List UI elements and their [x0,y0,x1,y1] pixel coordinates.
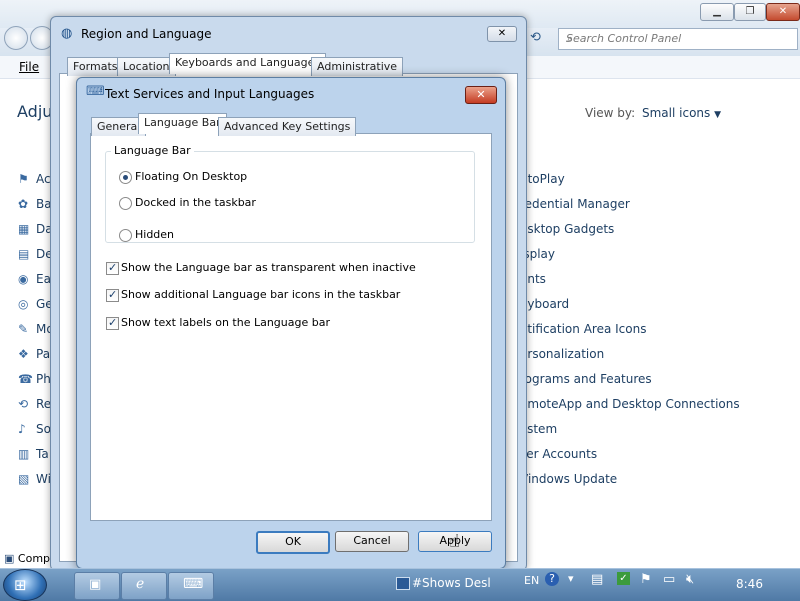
control-panel-item-left[interactable]: Ta [36,447,49,461]
control-panel-item-left[interactable]: So [36,422,51,436]
network-icon[interactable]: ▭ [663,572,675,587]
control-panel-item-right[interactable]: esktop Gadgets [520,222,614,236]
ie-icon: ℯ [136,576,145,592]
action-center-flag-icon[interactable]: ⚑ [640,572,652,587]
control-panel-item-icon: ✿ [18,197,29,211]
group-label: Language Bar [111,144,194,157]
minimize-button[interactable]: ▁ [700,3,734,21]
tab-advanced-key-settings[interactable]: Advanced Key Settings [218,117,357,136]
control-panel-item-icon: ⚑ [18,172,29,186]
ok-button[interactable]: OK [256,531,330,554]
close-icon: ✕ [476,88,486,101]
checkbox-label: Show the Language bar as transparent whe… [121,261,416,274]
control-panel-item-left[interactable]: Ph [36,372,51,386]
control-panel-icon: ⌨ [183,576,204,592]
window-icon: ▣ [89,577,102,592]
region-dialog-close-button[interactable]: ✕ [487,26,517,42]
chevron-down-icon: ▼ [714,110,722,120]
close-button[interactable]: ✕ [766,3,800,21]
control-panel-item-icon: ◉ [18,272,29,286]
tab-language-bar[interactable]: Language Bar [138,113,227,134]
radio-floating-on-desktop[interactable] [119,171,132,184]
menu-file[interactable]: File [19,60,39,74]
volume-muted-icon[interactable]: 🔇︎ [686,572,694,587]
search-icon[interactable]: ⌕ [566,32,793,46]
help-icon[interactable]: ? [545,572,559,586]
tsf-close-button[interactable]: ✕ [465,86,497,104]
control-panel-item-icon: ♪ [18,422,26,436]
maximize-button[interactable]: ❐ [734,3,766,21]
mouse-cursor-icon: ☝ [449,531,460,552]
tsf-dialog-title: Text Services and Input Languages [105,87,315,101]
checkbox[interactable] [106,288,119,302]
tab-formats[interactable]: Formats [67,57,124,76]
view-by-value: Small icons [642,106,711,120]
control-panel-item-left[interactable]: Pa [36,347,50,361]
back-button[interactable] [4,26,28,50]
control-panel-item-icon: ▦ [18,222,30,236]
control-panel-item-right[interactable]: Vindows Update [520,472,617,486]
control-panel-item-icon: ▧ [18,472,30,486]
checkbox-label: Show additional Language bar icons in th… [121,288,401,301]
checkbox[interactable] [106,316,119,330]
checkbox[interactable] [106,261,119,275]
control-panel-item-left[interactable]: Wi [36,472,51,486]
tab-administrative[interactable]: Administrative [311,57,404,76]
control-panel-item-left[interactable]: Re [36,397,51,411]
control-panel-item-right[interactable]: eyboard [520,297,569,311]
tab-keyboards-and-languages[interactable]: Keyboards and Languages [169,53,327,74]
control-panel-item-right[interactable]: ser Accounts [520,447,597,461]
security-shield-icon[interactable]: ✓ [617,572,630,585]
control-panel-item-left[interactable]: Ea [36,272,51,286]
radio-hidden[interactable] [119,229,132,242]
view-by-dropdown[interactable]: Small icons ▼ [642,106,721,120]
refresh-icon[interactable]: ⟲ [530,30,541,45]
taskbar-ie-button[interactable]: ℯ [121,572,167,600]
language-code[interactable]: EN [524,574,539,587]
start-button[interactable]: ⊞ [3,569,47,601]
language-bar-text[interactable]: #Shows Desl [412,576,491,590]
search-input[interactable]: Search Control Panel ⌕ [558,28,798,50]
region-dialog-title: Region and Language [81,27,212,41]
tab-location[interactable]: Location [117,57,176,76]
document-icon[interactable]: ▤ [591,572,603,587]
control-panel-item-icon: ▤ [18,247,30,261]
dropdown-arrow-icon[interactable]: ▾ [568,572,574,585]
control-panel-item-icon: ☎ [18,372,33,386]
control-panel-item-right[interactable]: emoteApp and Desktop Connections [520,397,740,411]
windows-logo-icon: ⊞ [14,576,27,594]
text-services-dialog: ⌨ Text Services and Input Languages ✕ La… [76,77,506,569]
checkbox-label: Show text labels on the Language bar [121,316,330,329]
radio-docked-in-the-taskbar[interactable] [119,197,132,210]
clock[interactable]: 8:46 [736,577,763,591]
radio-label: Docked in the taskbar [135,196,256,209]
globe-icon: ◍ [61,26,73,41]
control-panel-item-icon: ◎ [18,297,29,311]
control-panel-item-icon: ▥ [18,447,30,461]
page-heading: Adju [17,102,53,121]
control-panel-item-right[interactable]: otification Area Icons [520,322,646,336]
taskbar-explorer-button[interactable]: ▣ [74,572,120,600]
keyboard-icon: ⌨ [86,84,105,99]
view-by-label: View by: [585,106,636,120]
cancel-button[interactable]: Cancel [335,531,409,552]
computer-icon: ▣ [4,552,15,565]
control-panel-item-icon: ✎ [18,322,29,336]
language-bar-icon[interactable] [396,577,410,590]
taskbar: ▣ ℯ ⌨ #Shows Desl [0,568,800,601]
radio-label: Floating On Desktop [135,170,248,183]
control-panel-item-right[interactable]: redential Manager [520,197,630,211]
control-panel-item-icon: ⟲ [18,397,29,411]
control-panel-item-right[interactable]: ersonalization [520,347,604,361]
control-panel-item-icon: ❖ [18,347,29,361]
status-text: Comp [17,552,51,565]
control-panel-item-right[interactable]: rograms and Features [520,372,652,386]
control-panel-item-left[interactable]: Ac [36,172,51,186]
status-bar: ▣ Comp [4,552,50,565]
language-bar-panel: Language Bar Floating On Desktop Docked i… [90,133,492,521]
taskbar-control-panel-button[interactable]: ⌨ [168,572,214,600]
radio-label: Hidden [135,228,175,241]
